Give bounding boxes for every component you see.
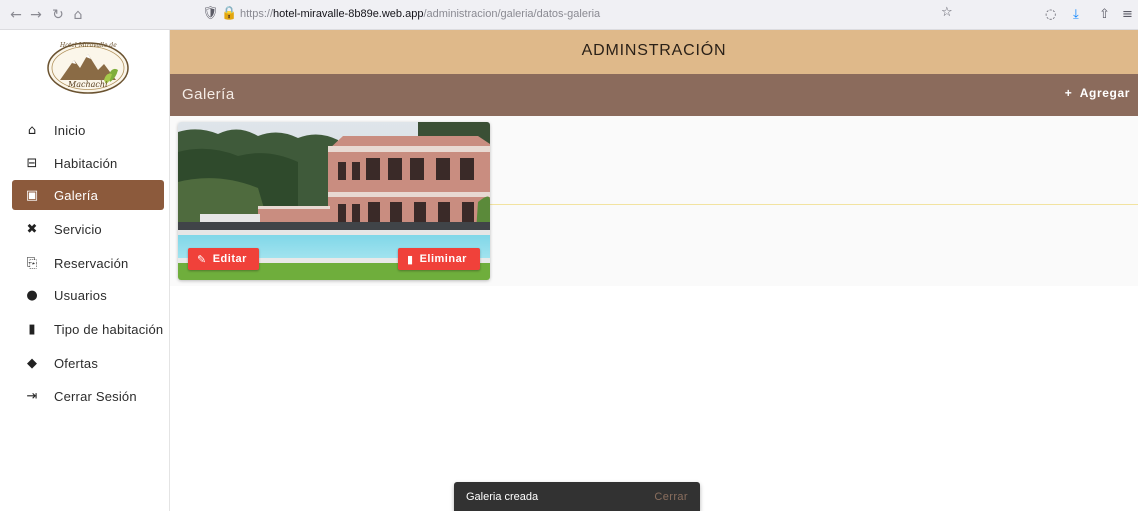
back-icon[interactable]: ← (8, 7, 24, 23)
gallery-card: ✎ Editar ▮ Eliminar (178, 122, 490, 280)
sidebar-item-label: Cerrar Sesión (54, 388, 137, 404)
sidebar-item-label: Servicio (54, 221, 102, 237)
sidebar-item-servicio[interactable]: ✖ Servicio (12, 214, 164, 244)
tag-icon: ◆ (27, 355, 37, 371)
sidebar-item-usuarios[interactable]: ● Usuarios (12, 280, 164, 310)
home-icon[interactable]: ⌂ (70, 7, 86, 23)
add-button[interactable]: + Agregar (1065, 86, 1130, 100)
sidebar-item-label: Usuarios (54, 287, 107, 303)
menu-icon[interactable]: ≡ (1122, 7, 1133, 23)
edit-button-label: Editar (212, 253, 247, 265)
sidebar-item-reservacion[interactable]: ⎘ Reservación (12, 248, 164, 278)
sidebar-item-label: Inicio (54, 122, 86, 138)
sidebar-item-habitacion[interactable]: ⊟ Habitación (12, 148, 164, 178)
edit-button[interactable]: ✎ Editar (188, 248, 259, 270)
sidebar-item-label: Ofertas (54, 355, 99, 371)
snackbar: Galeria creada Cerrar (454, 482, 700, 511)
page-header: ADMINSTRACIÓN (170, 30, 1138, 74)
sidebar-item-tipo-habitacion[interactable]: ▮ Tipo de habitación (12, 314, 164, 344)
sidebar-item-label: Tipo de habitación (54, 321, 164, 337)
logout-icon: ⇥ (26, 388, 38, 404)
section-title: Galería (182, 86, 235, 103)
sidebar-item-galeria[interactable]: ▣ Galería (12, 180, 164, 210)
bed-icon: ⊟ (26, 155, 38, 171)
sidebar-item-inicio[interactable]: ⌂ Inicio (12, 115, 164, 145)
gallery-icon: ▣ (25, 187, 39, 203)
plus-icon: + (1064, 86, 1073, 100)
sidebar-item-cerrar-sesion[interactable]: ⇥ Cerrar Sesión (12, 381, 164, 411)
lock-icon[interactable]: 🔒 (221, 6, 237, 21)
forward-icon[interactable]: → (28, 7, 44, 23)
door-icon: ▮ (28, 321, 36, 337)
browser-toolbar: ← → ↻ ⌂ 🛡 🔒 https://hotel-miravalle-8b89… (0, 0, 1138, 30)
divider (490, 204, 1138, 205)
shield-icon[interactable]: 🛡 (202, 6, 219, 21)
home-icon: ⌂ (27, 122, 37, 138)
snackbar-close-button[interactable]: Cerrar (654, 491, 688, 503)
url-text[interactable]: https://hotel-miravalle-8b89e.web.app/ad… (240, 8, 600, 20)
sidebar-item-ofertas[interactable]: ◆ Ofertas (12, 348, 164, 378)
trash-icon: ▮ (407, 252, 414, 266)
download-icon[interactable]: ⤓ (1073, 7, 1079, 23)
add-button-label: Agregar (1079, 86, 1130, 100)
user-circle-icon: ● (26, 287, 38, 303)
clipboard-icon: ⎘ (26, 255, 38, 271)
sidebar-item-label: Reservación (54, 255, 129, 271)
sidebar: Hotel Miravalle de Machachi ⌂ Inicio ⊟ H… (0, 30, 170, 511)
page-title: ADMINSTRACIÓN (581, 42, 727, 59)
tools-icon: ✖ (26, 221, 38, 237)
logo-text-bottom: Machachi (68, 80, 108, 89)
sidebar-item-label: Galería (54, 187, 99, 203)
logo-text-top: Hotel Miravalle de (60, 42, 117, 49)
pocket-icon[interactable]: ◌ (1045, 7, 1056, 23)
pencil-icon: ✎ (197, 252, 207, 266)
bookmark-star-icon[interactable]: ☆ (941, 5, 953, 20)
url-bar[interactable]: 🛡 🔒 https://hotel-miravalle-8b89e.web.ap… (200, 4, 968, 26)
share-icon[interactable]: ⇧ (1099, 7, 1110, 23)
snackbar-message: Galeria creada (466, 491, 539, 503)
sidebar-item-label: Habitación (54, 155, 118, 171)
delete-button[interactable]: ▮ Eliminar (398, 248, 480, 270)
delete-button-label: Eliminar (419, 253, 467, 265)
reload-icon[interactable]: ↻ (50, 7, 66, 23)
section-toolbar: Galería + Agregar (170, 74, 1138, 116)
